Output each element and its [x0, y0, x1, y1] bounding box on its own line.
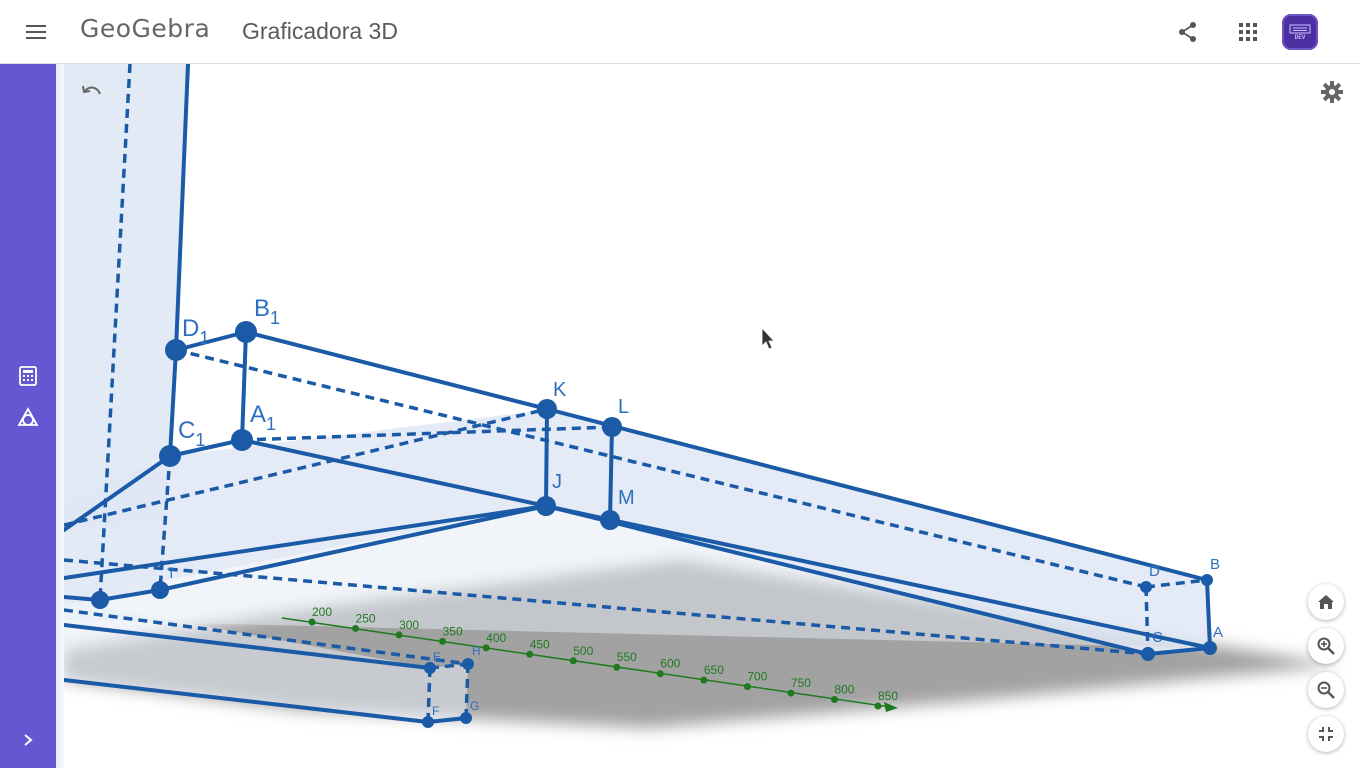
axis-tick-label: 650 [704, 663, 724, 677]
label-B: B [1210, 556, 1220, 573]
tools-button[interactable] [16, 406, 40, 430]
zoom-in-icon [1317, 637, 1335, 655]
menu-button[interactable] [20, 20, 52, 44]
gear-icon [1321, 81, 1343, 103]
axis-tick-mark [439, 637, 447, 645]
label-C1: C1 [178, 417, 205, 450]
axis-tick-label: 550 [617, 650, 637, 664]
axis-tick-label: 600 [660, 657, 680, 671]
zoom-in-button[interactable] [1308, 628, 1344, 664]
point-A[interactable] [1203, 641, 1217, 655]
point-H[interactable] [462, 658, 474, 670]
axis-tick-mark [743, 683, 751, 691]
point-C1[interactable] [159, 445, 181, 467]
axis-tick-mark [395, 631, 403, 639]
point-T[interactable] [151, 581, 169, 599]
axis-tick-label: 500 [573, 644, 593, 658]
label-J: J [552, 471, 562, 493]
undo-icon [82, 85, 101, 95]
point-G[interactable] [460, 712, 472, 724]
label-C: C [1152, 629, 1163, 646]
axis-tick-label: 750 [791, 676, 811, 690]
apps-grid-icon [1239, 23, 1257, 41]
3d-scene[interactable]: 200 250 300 350 400 450 500 550 600 650 700 750 800 8… [64, 64, 1360, 768]
axis-tick-label: 700 [747, 670, 767, 684]
chevron-right-icon [24, 734, 33, 746]
point-K[interactable] [537, 399, 557, 419]
axis-tick-label: 350 [443, 624, 463, 638]
avatar-label: DEV [1294, 33, 1306, 41]
zoom-out-icon [1317, 681, 1335, 699]
mouse-cursor [761, 326, 775, 350]
left-sidebar [0, 64, 56, 768]
label-H: H [472, 644, 481, 658]
app-header: GeoGebra Graficadora 3D DEV [0, 0, 1360, 64]
point-A1[interactable] [231, 429, 253, 451]
calculator-icon [19, 366, 37, 386]
user-avatar[interactable]: DEV [1282, 14, 1318, 50]
graphics-3d-view[interactable]: 200 250 300 350 400 450 500 550 600 650 700 750 800 8… [64, 64, 1360, 768]
axis-tick-mark [874, 702, 882, 710]
undo-button[interactable] [80, 80, 104, 104]
axis-tick-mark [830, 696, 838, 704]
axis-tick-mark [656, 670, 664, 678]
settings-button[interactable] [1320, 80, 1344, 104]
axis-tick-mark [482, 644, 490, 652]
axis-tick-mark [352, 624, 360, 632]
label-L: L [618, 396, 629, 418]
share-button[interactable] [1174, 18, 1202, 46]
point-D1[interactable] [165, 339, 187, 361]
label-A1: A1 [250, 401, 276, 434]
sidebar-shadow-edge [56, 64, 64, 768]
point-M[interactable] [600, 510, 620, 530]
exit-fullscreen-icon [1319, 727, 1333, 741]
point-B1[interactable] [235, 321, 257, 343]
axis-tick-mark [569, 657, 577, 665]
label-F: F [432, 704, 439, 718]
point-L[interactable] [602, 417, 622, 437]
share-icon [1179, 22, 1196, 42]
point-unlabeled[interactable] [91, 591, 109, 609]
axis-tick-label: 200 [312, 605, 332, 619]
point-B[interactable] [1201, 574, 1213, 586]
label-T: T [167, 565, 176, 581]
label-M: M [618, 487, 635, 509]
point-C[interactable] [1141, 647, 1155, 661]
shapes-tools-icon [17, 407, 39, 426]
label-D: D [1149, 563, 1160, 580]
axis-tick-mark [308, 618, 316, 626]
axis-tick-label: 400 [486, 631, 506, 645]
axis-tick-mark [700, 676, 708, 684]
point-J[interactable] [536, 496, 556, 516]
label-G: G [470, 699, 479, 713]
axis-tick-label: 450 [530, 637, 550, 651]
label-B1: B1 [254, 295, 280, 328]
expand-sidebar-button[interactable] [16, 728, 40, 752]
label-K: K [553, 379, 567, 401]
algebra-view-button[interactable] [16, 364, 40, 388]
apps-button[interactable] [1234, 18, 1262, 46]
axis-tick-mark [613, 663, 621, 671]
standard-view-button[interactable] [1308, 584, 1344, 620]
axis-tick-label: 800 [834, 683, 854, 697]
label-E: E [433, 650, 441, 664]
zoom-out-button[interactable] [1308, 672, 1344, 708]
axis-tick-label: 250 [356, 611, 376, 625]
axis-tick-mark [526, 650, 534, 658]
axis-tick-label: 300 [399, 618, 419, 632]
avatar-device-icon [1289, 24, 1311, 33]
menu-icon [26, 25, 46, 39]
point-D[interactable] [1140, 581, 1152, 593]
home-icon [1318, 595, 1334, 609]
axis-tick-mark [787, 689, 795, 697]
app-title: Graficadora 3D [242, 18, 398, 44]
geogebra-logo[interactable]: GeoGebra [80, 14, 210, 43]
exit-fullscreen-button[interactable] [1308, 716, 1344, 752]
axis-tick-label: 850 [878, 689, 898, 703]
label-A: A [1213, 624, 1223, 641]
